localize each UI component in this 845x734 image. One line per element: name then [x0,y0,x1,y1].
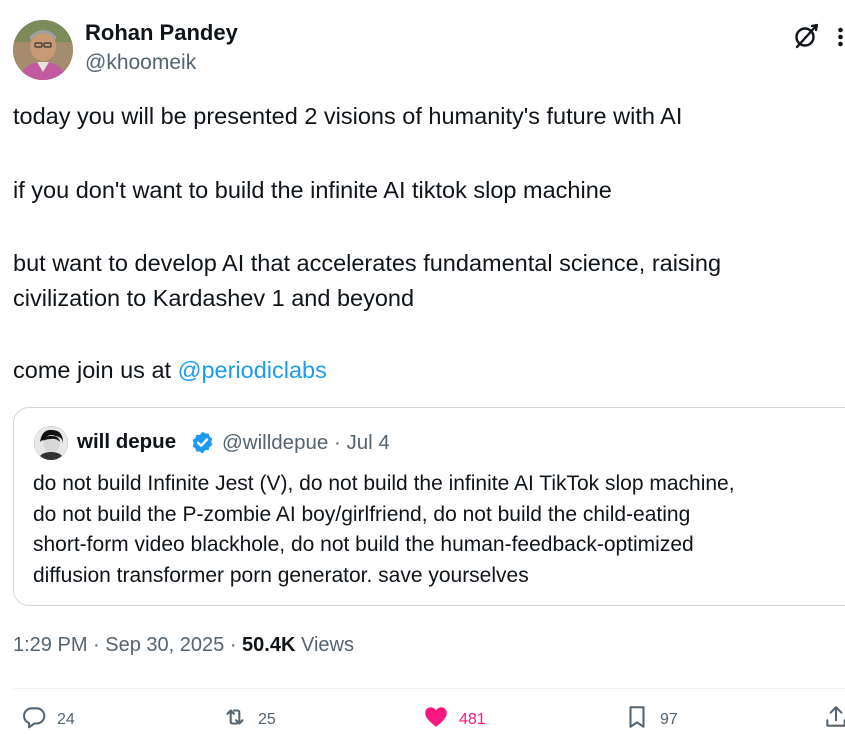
mention-link[interactable]: @periodiclabs [178,357,327,383]
tweet-text-line: civilization to Kardashev 1 and beyond [13,285,415,311]
quoted-meta: @willdepue · Jul 4 [222,431,390,455]
quoted-tweet-card[interactable]: will depue @willdepue · Jul 4 do not bui… [13,407,845,606]
like-button[interactable]: 481 [423,704,486,734]
quoted-tweet-text: do not build Infinite Jest (V), do not b… [33,469,735,591]
like-count: 481 [459,711,486,728]
tweet-text-line: if you don't want to build the infinite … [13,177,612,203]
meta-separator: · [224,634,243,656]
quoted-text-line: do not build Infinite Jest (V), do not b… [33,472,735,495]
share-icon [826,706,845,727]
grok-icon[interactable] [792,22,820,50]
quoted-text-line: diffusion transformer porn generator. sa… [33,563,529,587]
quoted-text-line: do not build the P-zombie AI boy/girlfri… [33,502,691,526]
tweet-time[interactable]: 1:29 PM [13,634,87,656]
heart-icon [425,707,447,727]
views-count: 50.4K [242,634,296,656]
tweet-text-prefix: come join us at [13,357,178,383]
repost-button[interactable]: 25 [222,704,276,734]
tweet-text-line: today you will be presented 2 visions of… [13,103,683,129]
bookmark-icon [629,706,645,728]
author-name[interactable]: Rohan Pandey [85,20,238,46]
bookmark-button[interactable]: 97 [624,704,678,734]
verified-badge-icon [190,430,215,455]
tweet-meta: 1:29 PM · Sep 30, 2025 · 50.4K Views [13,634,354,657]
reply-button[interactable]: 24 [21,704,75,734]
quoted-author-name[interactable]: will depue [77,430,176,454]
quoted-date[interactable]: Jul 4 [347,431,390,454]
quoted-author-avatar[interactable] [34,426,68,460]
tweet-text-line: but want to develop AI that accelerates … [13,250,722,276]
meta-separator: · [328,431,347,454]
reply-count: 24 [57,711,75,728]
views-label: Views [295,634,354,656]
reply-icon [23,707,46,729]
quoted-text-line: short-form video blackhole, do not build… [33,533,694,556]
share-button[interactable] [823,704,845,734]
author-handle[interactable]: @khoomeik [85,51,196,75]
more-icon[interactable] [836,26,845,48]
tweet-text-line: come join us at @periodiclabs [13,353,327,388]
bookmark-count: 97 [660,711,678,728]
quoted-author-handle[interactable]: @willdepue [222,431,328,454]
divider [13,688,845,689]
repost-icon [226,709,244,725]
tweet-date[interactable]: Sep 30, 2025 [105,634,224,656]
author-avatar[interactable] [13,20,73,80]
repost-count: 25 [258,711,276,728]
meta-separator: · [87,634,106,656]
